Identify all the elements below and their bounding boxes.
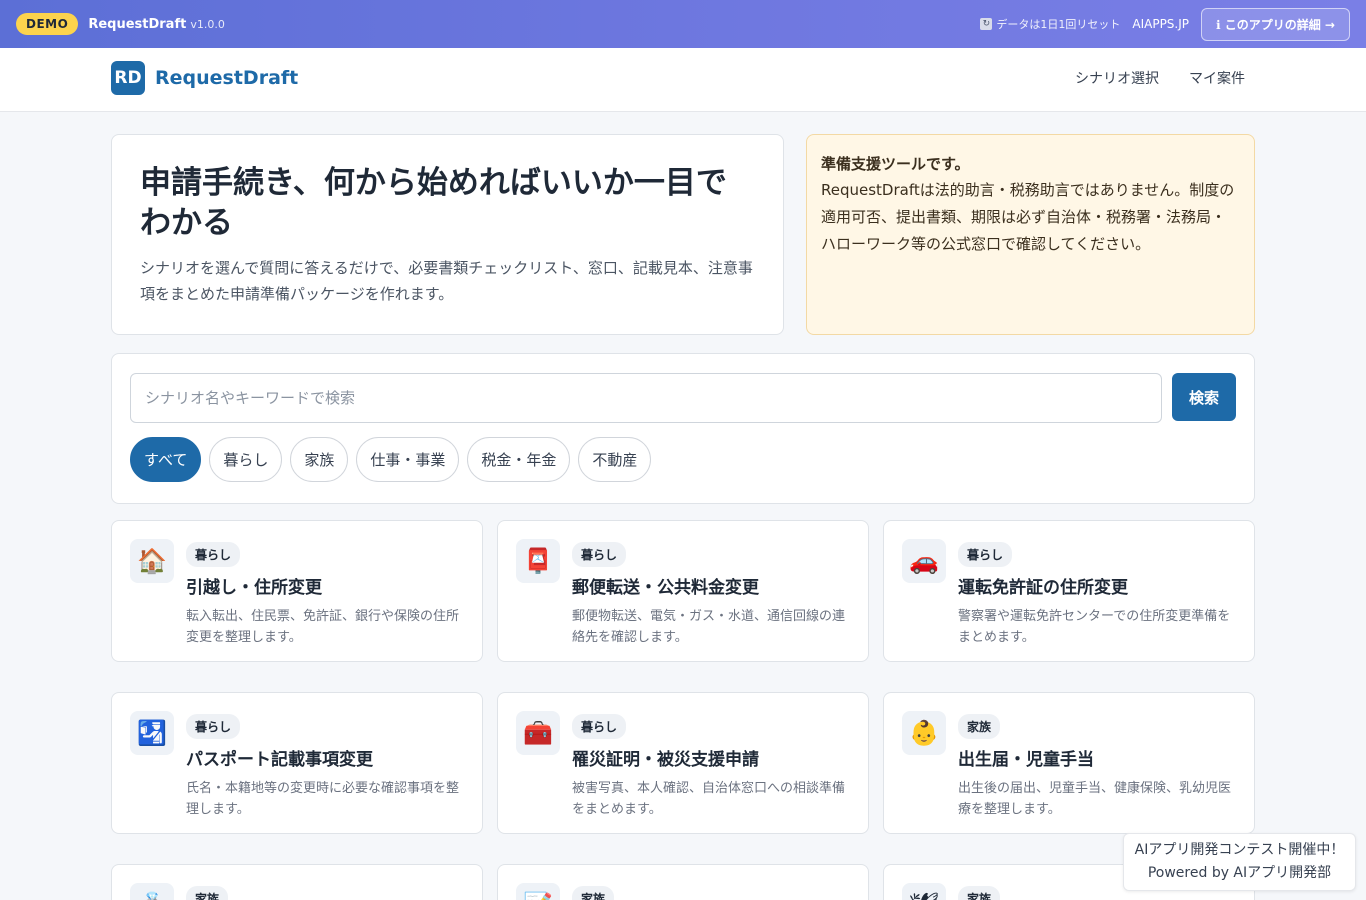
reset-note-text: データは1日1回リセット xyxy=(996,18,1121,31)
notice-title: 準備支援ツールです。 xyxy=(821,155,970,173)
logo-mark: RD xyxy=(111,61,145,95)
scenario-card[interactable]: 📮 暮らし 郵便転送・公共料金変更 郵便物転送、電気・ガス・水道、通信回線の連絡… xyxy=(497,520,869,662)
chip-all[interactable]: すべて xyxy=(130,437,202,482)
card-title: 運転免許証の住所変更 xyxy=(958,578,1128,598)
ring-icon: 💍 xyxy=(130,883,174,900)
dove-icon: 🕊 xyxy=(902,883,946,900)
demo-banner: DEMO RequestDraft v1.0.0 ↻ データは1日1回リセット … xyxy=(0,0,1366,48)
passport-control-icon: 🛂 xyxy=(130,711,174,755)
nav-scenario-select[interactable]: シナリオ選択 xyxy=(1075,68,1159,88)
category-tag: 暮らし xyxy=(186,542,241,567)
category-tag: 家族 xyxy=(186,886,229,900)
category-tag: 暮らし xyxy=(958,542,1013,567)
card-title: 罹災証明・被災支援申請 xyxy=(572,750,759,770)
logo-text: RequestDraft xyxy=(155,67,299,89)
search-row: 検索 xyxy=(130,373,1236,423)
category-tag: 家族 xyxy=(958,886,1001,900)
house-icon: 🏠 xyxy=(130,539,174,583)
category-tag: 暮らし xyxy=(572,714,627,739)
notice-body: RequestDraftは法的助言・税務助言ではありません。制度の適用可否、提出… xyxy=(821,181,1235,253)
baby-icon: 👶 xyxy=(902,711,946,755)
card-description: 被害写真、本人確認、自治体窓口への相談準備をまとめます。 xyxy=(572,781,846,817)
chip-real-estate[interactable]: 不動産 xyxy=(578,437,652,482)
category-tag: 暮らし xyxy=(572,542,627,567)
scenario-card[interactable]: 🧰 暮らし 罹災証明・被災支援申請 被害写真、本人確認、自治体窓口への相談準備を… xyxy=(497,692,869,834)
scenario-card[interactable]: 👶 家族 出生届・児童手当 出生後の届出、児童手当、健康保険、乳幼児医療を整理し… xyxy=(883,692,1255,834)
reset-note: ↻ データは1日1回リセット xyxy=(980,16,1120,32)
promo-line-1: AIアプリ開発コンテスト開催中！ xyxy=(1134,842,1345,858)
chip-work-business[interactable]: 仕事・事業 xyxy=(356,437,460,482)
scenario-card[interactable]: 📝 家族 xyxy=(497,864,869,900)
card-title: 郵便転送・公共料金変更 xyxy=(572,578,759,598)
card-title: 引越し・住所変更 xyxy=(186,578,322,598)
card-description: 出生後の届出、児童手当、健康保険、乳幼児医療を整理します。 xyxy=(958,781,1232,817)
logo[interactable]: RD RequestDraft xyxy=(111,61,298,95)
card-description: 郵便物転送、電気・ガス・水道、通信回線の連絡先を確認します。 xyxy=(572,609,846,645)
search-input[interactable] xyxy=(130,373,1162,423)
scenario-card[interactable]: 💍 家族 xyxy=(111,864,483,900)
memo-icon: 📝 xyxy=(516,883,560,900)
site-link[interactable]: AIAPPS.JP xyxy=(1132,17,1189,31)
promo-line-2: Powered by AIアプリ開発部 xyxy=(1147,865,1332,881)
contest-promo-badge[interactable]: AIアプリ開発コンテスト開催中！ Powered by AIアプリ開発部 xyxy=(1123,833,1356,891)
card-title: 出生届・児童手当 xyxy=(958,750,1094,770)
card-description: 警察署や運転免許センターでの住所変更準備をまとめます。 xyxy=(958,609,1231,645)
demo-version: v1.0.0 xyxy=(190,17,225,31)
scenario-card[interactable]: 🏠 暮らし 引越し・住所変更 転入転出、住民票、免許証、銀行や保険の住所変更を整… xyxy=(111,520,483,662)
search-button[interactable]: 検索 xyxy=(1172,373,1236,421)
toolbox-icon: 🧰 xyxy=(516,711,560,755)
chip-family[interactable]: 家族 xyxy=(290,437,349,482)
category-tag: 家族 xyxy=(958,714,1001,739)
card-title: パスポート記載事項変更 xyxy=(186,750,373,770)
car-icon: 🚗 xyxy=(902,539,946,583)
hero-panel: 申請手続き、何から始めればいいか一目でわかる シナリオを選んで質問に答えるだけで… xyxy=(111,134,784,335)
refresh-icon: ↻ xyxy=(980,18,993,30)
category-filter: すべて 暮らし 家族 仕事・事業 税金・年金 不動産 xyxy=(130,437,1236,482)
card-description: 転入転出、住民票、免許証、銀行や保険の住所変更を整理します。 xyxy=(186,609,460,645)
demo-app-name: RequestDraft xyxy=(88,16,187,32)
demo-badge: DEMO xyxy=(16,13,79,35)
hero-title: 申請手続き、何から始めればいいか一目でわかる xyxy=(140,165,727,241)
demo-right: ↻ データは1日1回リセット AIAPPS.JP ℹ このアプリの詳細 → xyxy=(980,7,1350,41)
main-nav: シナリオ選択 マイ案件 xyxy=(1075,68,1245,88)
scenario-card[interactable]: 🚗 暮らし 運転免許証の住所変更 警察署や運転免許センターでの住所変更準備をまと… xyxy=(883,520,1255,662)
chip-tax-pension[interactable]: 税金・年金 xyxy=(467,437,571,482)
nav-my-cases[interactable]: マイ案件 xyxy=(1189,68,1245,88)
card-description: 氏名・本籍地等の変更時に必要な確認事項を整理します。 xyxy=(186,781,460,817)
category-tag: 暮らし xyxy=(186,714,241,739)
scenario-card[interactable]: 🛂 暮らし パスポート記載事項変更 氏名・本籍地等の変更時に必要な確認事項を整理… xyxy=(111,692,483,834)
postbox-icon: 📮 xyxy=(516,539,560,583)
hero-subtitle: シナリオを選んで質問に答えるだけで、必要書類チェックリスト、窓口、記載見本、注意… xyxy=(140,259,753,303)
disclaimer-notice: 準備支援ツールです。 RequestDraftは法的助言・税務助言ではありません… xyxy=(806,134,1255,335)
category-tag: 家族 xyxy=(572,886,615,900)
search-panel: 検索 すべて 暮らし 家族 仕事・事業 税金・年金 不動産 xyxy=(111,353,1255,504)
site-header: RD RequestDraft シナリオ選択 マイ案件 xyxy=(0,48,1366,112)
chip-living[interactable]: 暮らし xyxy=(209,437,283,482)
app-detail-button[interactable]: ℹ このアプリの詳細 → xyxy=(1201,7,1350,41)
